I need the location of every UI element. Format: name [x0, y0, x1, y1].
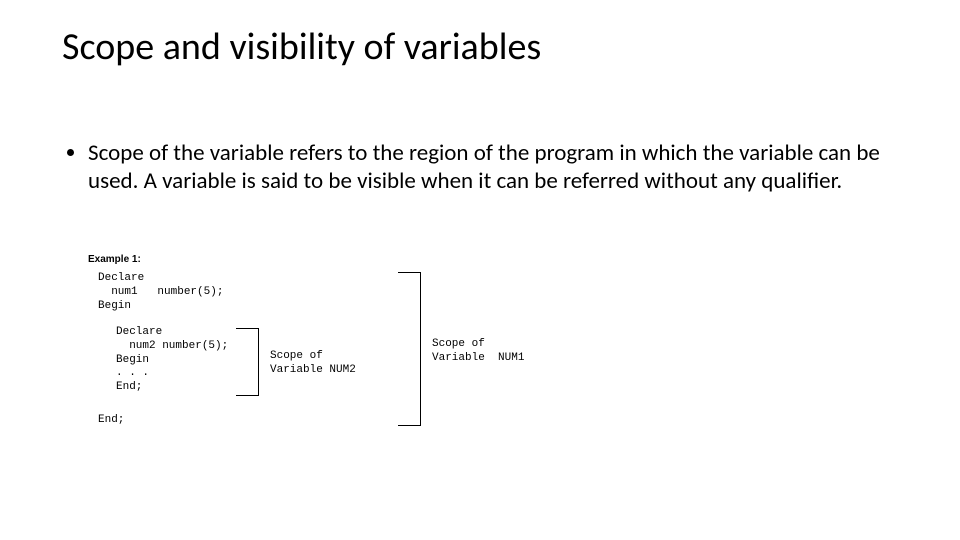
example-label: Example 1: — [88, 254, 141, 267]
bracket-num1 — [398, 272, 421, 426]
code-outer-end: End; — [98, 414, 124, 428]
bullet-1: Scope of the variable refers to the regi… — [88, 140, 900, 195]
slide: Scope and visibility of variables Scope … — [0, 0, 960, 540]
scope-label-num2: Scope of Variable NUM2 — [270, 350, 356, 378]
body-text: Scope of the variable refers to the regi… — [70, 140, 900, 195]
code-outer-block: Declare num1 number(5); Begin — [98, 272, 223, 313]
scope-label-num1: Scope of Variable NUM1 — [432, 338, 524, 366]
bracket-num2 — [236, 328, 259, 396]
slide-title: Scope and visibility of variables — [62, 24, 541, 70]
code-inner-block: Declare num2 number(5); Begin . . . End; — [116, 326, 228, 395]
scope-diagram: Example 1: Declare num1 number(5); Begin… — [88, 254, 608, 444]
